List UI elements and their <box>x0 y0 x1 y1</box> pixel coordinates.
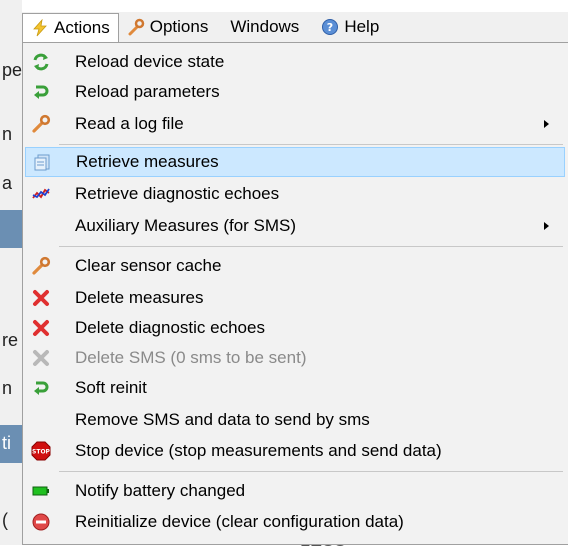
reload-arrow-icon <box>31 378 51 398</box>
background-text: n <box>2 124 13 144</box>
menu-item-label: Reload parameters <box>75 82 220 101</box>
wrench-icon <box>127 18 145 36</box>
menu-help[interactable]: ? Help <box>307 13 387 41</box>
no-entry-icon <box>31 512 51 532</box>
delete-x-disabled-icon <box>31 348 51 368</box>
menu-item-stop-device[interactable]: STOP Stop device (stop measurements and … <box>25 436 565 466</box>
menu-item-delete-diagnostic-echoes[interactable]: Delete diagnostic echoes <box>25 313 565 343</box>
menu-bar: Actions Options Windows ? Help <box>22 12 568 43</box>
menu-separator <box>59 246 563 247</box>
menu-separator <box>59 471 563 472</box>
delete-x-icon <box>31 288 51 308</box>
menu-options[interactable]: Options <box>119 13 217 41</box>
menu-item-delete-sms: Delete SMS (0 sms to be sent) <box>25 343 565 373</box>
menu-item-label: Read a log file <box>75 114 184 133</box>
menu-item-label: Delete diagnostic echoes <box>75 318 265 337</box>
menu-windows[interactable]: Windows <box>216 13 307 41</box>
menu-item-auxiliary-measures[interactable]: Auxiliary Measures (for SMS) <box>25 211 565 241</box>
wrench-icon <box>31 256 51 276</box>
menu-item-label: Reinitialize device (clear configuration… <box>75 512 404 531</box>
reload-arrow-icon <box>31 82 51 102</box>
wrench-icon <box>31 114 51 134</box>
menu-label: Windows <box>230 17 300 36</box>
background-selection-bar <box>0 210 22 248</box>
document-icon <box>32 152 52 172</box>
menu-item-label: Retrieve measures <box>76 152 219 171</box>
menu-separator <box>59 144 563 145</box>
menu-item-read-log-file[interactable]: Read a log file <box>25 109 565 139</box>
background-text: pe <box>2 60 23 80</box>
menu-item-reload-parameters[interactable]: Reload parameters <box>25 77 565 107</box>
menu-item-notify-battery-changed[interactable]: Notify battery changed <box>25 476 565 506</box>
actions-dropdown-menu: Reload device state Reload parameters Re… <box>22 42 568 545</box>
svg-text:?: ? <box>327 21 333 34</box>
background-text: ( <box>2 510 8 530</box>
menu-item-retrieve-measures[interactable]: Retrieve measures <box>25 147 565 177</box>
menu-label: Actions <box>54 18 110 37</box>
stop-sign-icon: STOP <box>31 441 51 461</box>
menu-item-label: Reload device state <box>75 52 225 71</box>
menu-item-delete-measures[interactable]: Delete measures <box>25 283 565 313</box>
battery-icon <box>31 481 51 501</box>
menu-actions[interactable]: Actions <box>22 12 119 43</box>
menu-item-label: Clear sensor cache <box>75 256 222 275</box>
menu-item-label: Retrieve diagnostic echoes <box>75 184 280 203</box>
background-text: re <box>2 330 19 350</box>
menu-item-label: Remove SMS and data to send by sms <box>75 410 370 429</box>
menu-item-reinitialize-device[interactable]: Reinitialize device (clear configuration… <box>25 507 565 537</box>
submenu-arrow-icon <box>544 120 549 128</box>
menu-item-label: Stop device (stop measurements and send … <box>75 441 442 460</box>
menu-item-soft-reinit[interactable]: Soft reinit <box>25 373 565 403</box>
menu-item-label: Delete SMS (0 sms to be sent) <box>75 348 307 367</box>
menu-item-remove-sms-data[interactable]: Remove SMS and data to send by sms <box>25 405 565 435</box>
submenu-arrow-icon <box>544 222 549 230</box>
menu-item-label: Soft reinit <box>75 378 147 397</box>
background-text: a <box>2 173 13 193</box>
help-icon: ? <box>321 18 339 36</box>
background-window-edge <box>0 0 22 545</box>
background-text: ti <box>2 433 11 453</box>
menu-item-label: Auxiliary Measures (for SMS) <box>75 216 297 235</box>
menu-item-reload-device-state[interactable]: Reload device state <box>25 47 565 77</box>
menu-label: Help <box>344 17 380 36</box>
delete-x-icon <box>31 318 51 338</box>
graph-icon <box>31 184 51 204</box>
menu-item-clear-sensor-cache[interactable]: Clear sensor cache <box>25 251 565 281</box>
background-text: n <box>2 378 13 398</box>
stop-sign-text: STOP <box>32 449 51 456</box>
lightning-icon <box>31 19 49 37</box>
menu-item-label: Notify battery changed <box>75 481 246 500</box>
refresh-icon <box>31 52 51 72</box>
menu-item-retrieve-diagnostic-echoes[interactable]: Retrieve diagnostic echoes <box>25 179 565 209</box>
menu-item-label: Delete measures <box>75 288 204 307</box>
menu-label: Options <box>149 17 209 36</box>
